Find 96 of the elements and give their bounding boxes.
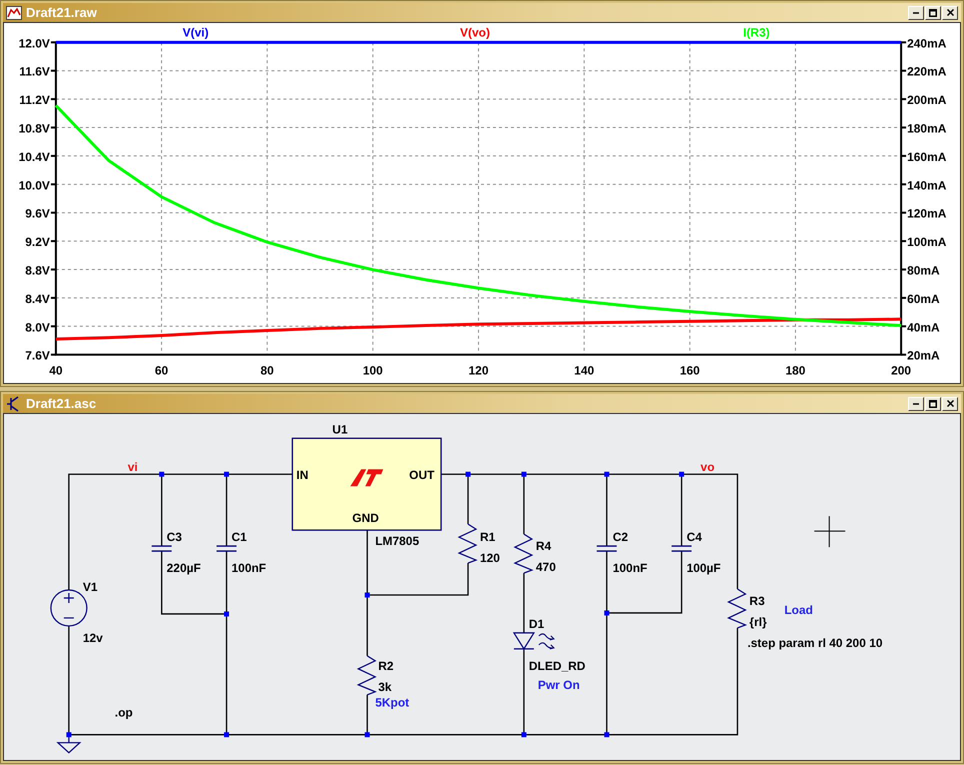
component-value: 100µF xyxy=(686,561,721,576)
close-button[interactable] xyxy=(942,6,958,20)
maximize-icon xyxy=(929,400,937,408)
capacitor-symbol xyxy=(151,545,172,552)
component-label: D1 xyxy=(528,616,544,631)
axis-tick-label: 10.0V xyxy=(18,178,50,192)
component-value: 3k xyxy=(378,680,392,694)
minimize-button[interactable] xyxy=(908,6,924,20)
resistor-symbol xyxy=(513,534,534,574)
component-value: DLED_RD xyxy=(528,658,586,673)
axis-tick-label: 100 xyxy=(362,364,383,378)
axis-tick-label: 9.2V xyxy=(25,235,50,250)
axis-tick-label: 160mA xyxy=(907,150,946,164)
spice-directive: .op xyxy=(114,706,133,720)
spice-directive: .step param rl 40 200 10 xyxy=(747,636,883,650)
axis-tick-label: 220mA xyxy=(907,64,946,79)
axis-tick-label: 11.6V xyxy=(19,64,50,79)
component-note: Load xyxy=(784,602,813,617)
axis-tick-label: 180mA xyxy=(907,122,946,136)
maximize-button[interactable] xyxy=(925,6,941,20)
crosshair-cursor-icon xyxy=(814,516,846,548)
axis-tick-label: 140mA xyxy=(907,178,946,192)
component-label: R2 xyxy=(378,658,394,673)
pin-label: IN xyxy=(296,468,308,482)
component-label: C4 xyxy=(686,530,702,544)
net-label: vi xyxy=(128,460,138,474)
axis-tick-label: 200mA xyxy=(907,93,946,108)
component-note: 5Kpot xyxy=(375,696,410,710)
close-icon xyxy=(946,400,954,407)
component-label: R3 xyxy=(749,594,765,608)
capacitor-symbol xyxy=(216,545,238,552)
axis-tick-label: 180 xyxy=(785,364,806,378)
component-value: 220µF xyxy=(166,561,201,576)
axis-tick-label: 12.0V xyxy=(18,36,50,50)
axis-tick-label: 80 xyxy=(260,364,274,378)
pin-label: GND xyxy=(352,511,379,526)
net-label: vo xyxy=(700,460,714,474)
component-value: {rl} xyxy=(749,614,767,629)
resistor-symbol xyxy=(458,524,478,564)
axis-tick-label: 10.4V xyxy=(18,150,50,164)
axis-tick-label: 7.6V xyxy=(25,348,50,363)
axis-tick-label: 9.6V xyxy=(25,206,50,221)
component-label: C1 xyxy=(232,530,247,544)
resistor-symbol xyxy=(727,588,748,628)
capacitor-symbol xyxy=(596,545,618,552)
legend-label: V(vi) xyxy=(182,25,209,40)
logo-icon xyxy=(350,469,384,486)
legend-label: V(vo) xyxy=(460,25,490,40)
close-button[interactable] xyxy=(942,396,958,410)
component-value: 12v xyxy=(82,630,103,645)
minimize-icon xyxy=(913,402,919,404)
axis-tick-label: 20mA xyxy=(907,348,940,363)
axis-tick-label: 120 xyxy=(468,364,488,378)
axis-tick-label: 240mA xyxy=(907,36,946,50)
axis-tick-label: 8.4V xyxy=(25,292,50,306)
axis-tick-label: 8.0V xyxy=(25,320,50,334)
window-title: Draft21.raw xyxy=(26,5,98,20)
component-value: 120 xyxy=(480,551,500,566)
capacitor-symbol xyxy=(670,545,692,552)
axis-tick-label: 100mA xyxy=(907,235,946,250)
led-symbol xyxy=(513,632,554,650)
resistor-symbol xyxy=(356,655,377,696)
axis-tick-label: 11.2V xyxy=(19,93,50,108)
window-title: Draft21.asc xyxy=(26,396,98,411)
minimize-icon xyxy=(913,12,919,14)
axis-tick-label: 60 xyxy=(154,364,168,378)
waveform-icon xyxy=(6,6,22,20)
pin-label: OUT xyxy=(409,468,434,482)
axis-tick-label: 10.8V xyxy=(18,122,50,136)
component-label: C3 xyxy=(166,530,182,544)
component-label: C2 xyxy=(612,530,628,544)
ground-symbol xyxy=(57,734,82,754)
close-icon xyxy=(946,9,954,16)
voltage-source-symbol xyxy=(50,589,88,627)
axis-tick-label: 160 xyxy=(680,364,700,378)
component-value: LM7805 xyxy=(375,534,420,548)
component-label: R4 xyxy=(536,539,552,554)
axis-tick-label: 60mA xyxy=(907,292,940,306)
component-value: 100nF xyxy=(232,561,266,576)
component-label: U1 xyxy=(332,422,348,436)
axis-tick-label: 40mA xyxy=(907,320,940,334)
maximize-icon xyxy=(929,8,937,16)
component-value: 470 xyxy=(536,560,556,574)
axis-tick-label: 80mA xyxy=(907,264,940,278)
maximize-button[interactable] xyxy=(925,396,941,410)
legend-label: I(R3) xyxy=(743,25,770,40)
component-label: V1 xyxy=(82,580,98,594)
component-note: Pwr On xyxy=(538,678,580,692)
minimize-button[interactable] xyxy=(908,396,924,410)
axis-tick-label: 140 xyxy=(574,364,594,378)
axis-tick-label: 8.8V xyxy=(25,264,50,278)
axis-tick-label: 200 xyxy=(891,364,912,378)
component-label: R1 xyxy=(480,530,496,544)
axis-tick-label: 40 xyxy=(49,364,63,378)
component-value: 100nF xyxy=(612,561,648,576)
axis-tick-label: 120mA xyxy=(907,206,946,221)
